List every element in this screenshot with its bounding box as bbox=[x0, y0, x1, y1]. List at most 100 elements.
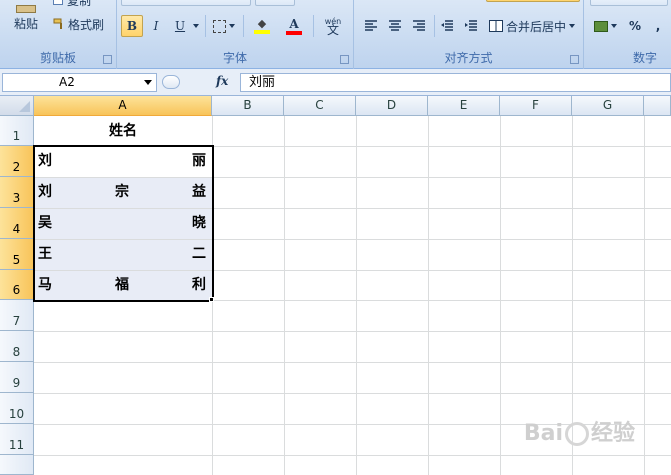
cell-a4-char3[interactable]: 晓 bbox=[192, 208, 206, 238]
column-header-f[interactable]: F bbox=[500, 96, 572, 116]
row-header-6[interactable]: 6 bbox=[0, 270, 34, 300]
cell-a6-char1[interactable]: 马 bbox=[38, 270, 52, 300]
comma-button[interactable]: , bbox=[648, 15, 668, 37]
underline-button[interactable]: U bbox=[169, 15, 191, 37]
formula-tools: fx bbox=[162, 73, 238, 92]
gridline bbox=[34, 177, 671, 178]
row-header-12[interactable] bbox=[0, 455, 34, 475]
font-group: B I U ◆ A wén 文 字体 bbox=[117, 0, 354, 69]
row-header-1[interactable]: 1 bbox=[0, 116, 34, 146]
brush-icon bbox=[53, 18, 65, 30]
gridline bbox=[34, 208, 671, 209]
borders-icon bbox=[213, 19, 226, 33]
alignment-group-label: 对齐方式 bbox=[444, 51, 493, 65]
paste-button[interactable]: 粘贴 bbox=[6, 0, 46, 38]
alignment-group: 合并后居中 对齐方式 bbox=[354, 0, 584, 69]
phonetic-button[interactable]: wén 文 bbox=[317, 15, 349, 37]
number-group: % , 数字 bbox=[584, 0, 671, 69]
align-left-button[interactable] bbox=[360, 15, 382, 37]
merge-center-button[interactable]: 合并后居中 bbox=[484, 15, 580, 37]
merge-cells-icon bbox=[488, 20, 503, 32]
cell-a2-char1[interactable]: 刘 bbox=[38, 146, 52, 176]
format-painter-button[interactable]: 格式刷 bbox=[52, 15, 114, 33]
select-all-button[interactable] bbox=[0, 96, 34, 116]
row-header-7[interactable]: 7 bbox=[0, 300, 34, 331]
chevron-down-icon bbox=[610, 24, 617, 28]
insert-function-button[interactable]: fx bbox=[216, 74, 228, 88]
font-size-dropdown[interactable] bbox=[255, 0, 295, 6]
font-color-swatch bbox=[286, 30, 302, 35]
percent-button[interactable]: % bbox=[624, 15, 646, 37]
column-header-h[interactable] bbox=[644, 96, 671, 116]
align-center-button[interactable] bbox=[384, 15, 406, 37]
align-center-icon bbox=[389, 20, 401, 31]
chevron-down-icon bbox=[229, 24, 235, 28]
formula-bar-resize-handle[interactable] bbox=[162, 75, 180, 89]
row-header-3[interactable]: 3 bbox=[0, 177, 34, 208]
number-format-dropdown[interactable] bbox=[590, 0, 668, 6]
chevron-down-icon bbox=[193, 24, 199, 28]
align-left-icon bbox=[365, 20, 377, 31]
cell-a1-header[interactable]: 姓名 bbox=[34, 116, 212, 146]
decrease-indent-icon bbox=[441, 20, 453, 31]
cell-a3-char3[interactable]: 益 bbox=[192, 177, 206, 207]
column-header-e[interactable]: E bbox=[428, 96, 500, 116]
clipboard-dialog-launcher[interactable] bbox=[103, 55, 112, 64]
column-header-b[interactable]: B bbox=[212, 96, 284, 116]
cell-a4-char1[interactable]: 吴 bbox=[38, 208, 52, 238]
copy-button[interactable]: 复制 bbox=[52, 0, 112, 8]
currency-button[interactable] bbox=[590, 15, 620, 37]
cell-a3-char1[interactable]: 刘 bbox=[38, 177, 52, 207]
row-header-11[interactable]: 11 bbox=[0, 424, 34, 455]
gridline bbox=[34, 331, 671, 332]
gridline bbox=[34, 455, 671, 456]
cell-a2-char3[interactable]: 丽 bbox=[192, 146, 206, 176]
cell-a6-char2[interactable]: 福 bbox=[115, 270, 129, 300]
alignment-dialog-launcher[interactable] bbox=[570, 55, 579, 64]
fill-color-button[interactable]: ◆ bbox=[247, 15, 277, 37]
cell-a3-char2[interactable]: 宗 bbox=[115, 177, 129, 207]
column-header-c[interactable]: C bbox=[284, 96, 356, 116]
row-header-4[interactable]: 4 bbox=[0, 208, 34, 239]
ribbon: 粘贴 复制 格式刷 剪贴板 B I U ◆ A wén 文 字体 合并后居中 对… bbox=[0, 0, 671, 69]
underline-dropdown[interactable] bbox=[191, 15, 201, 37]
increase-indent-button[interactable] bbox=[460, 15, 482, 37]
phonetic-icon: 文 bbox=[326, 23, 339, 37]
cell-a5-char3[interactable]: 二 bbox=[192, 239, 206, 269]
gridline bbox=[644, 116, 645, 475]
column-header-d[interactable]: D bbox=[356, 96, 428, 116]
column-header-a[interactable]: A bbox=[34, 96, 212, 116]
separator bbox=[243, 15, 244, 37]
italic-button[interactable]: I bbox=[145, 15, 167, 37]
row-header-5[interactable]: 5 bbox=[0, 239, 34, 270]
font-name-dropdown[interactable] bbox=[121, 0, 251, 6]
increase-indent-icon bbox=[465, 20, 477, 31]
gridline bbox=[428, 116, 429, 475]
column-header-g[interactable]: G bbox=[572, 96, 644, 116]
row-header-2[interactable]: 2 bbox=[0, 146, 34, 177]
separator bbox=[434, 15, 435, 37]
gridline bbox=[34, 393, 671, 394]
fill-color-swatch bbox=[254, 30, 270, 34]
row-header-8[interactable]: 8 bbox=[0, 331, 34, 362]
cell-a6-char3[interactable]: 利 bbox=[192, 270, 206, 300]
gridline bbox=[34, 362, 671, 363]
chevron-down-icon bbox=[569, 24, 575, 28]
font-dialog-launcher[interactable] bbox=[340, 55, 349, 64]
gridline bbox=[34, 300, 671, 301]
bold-button[interactable]: B bbox=[121, 15, 143, 37]
formula-input[interactable]: 刘丽 bbox=[240, 73, 671, 92]
formula-bar: A2 fx 刘丽 bbox=[0, 69, 671, 96]
font-color-button[interactable]: A bbox=[279, 15, 309, 37]
cell-a5-char1[interactable]: 王 bbox=[38, 239, 52, 269]
fill-handle[interactable] bbox=[209, 297, 214, 302]
align-right-button[interactable] bbox=[408, 15, 430, 37]
name-box[interactable]: A2 bbox=[2, 73, 157, 92]
align-right-icon bbox=[413, 20, 425, 31]
decrease-indent-button[interactable] bbox=[436, 15, 458, 37]
row-header-10[interactable]: 10 bbox=[0, 393, 34, 424]
row-header-9[interactable]: 9 bbox=[0, 362, 34, 393]
merge-center-button-top[interactable] bbox=[486, 0, 580, 2]
number-group-label: 数字 bbox=[632, 51, 657, 65]
borders-button[interactable] bbox=[209, 15, 239, 37]
